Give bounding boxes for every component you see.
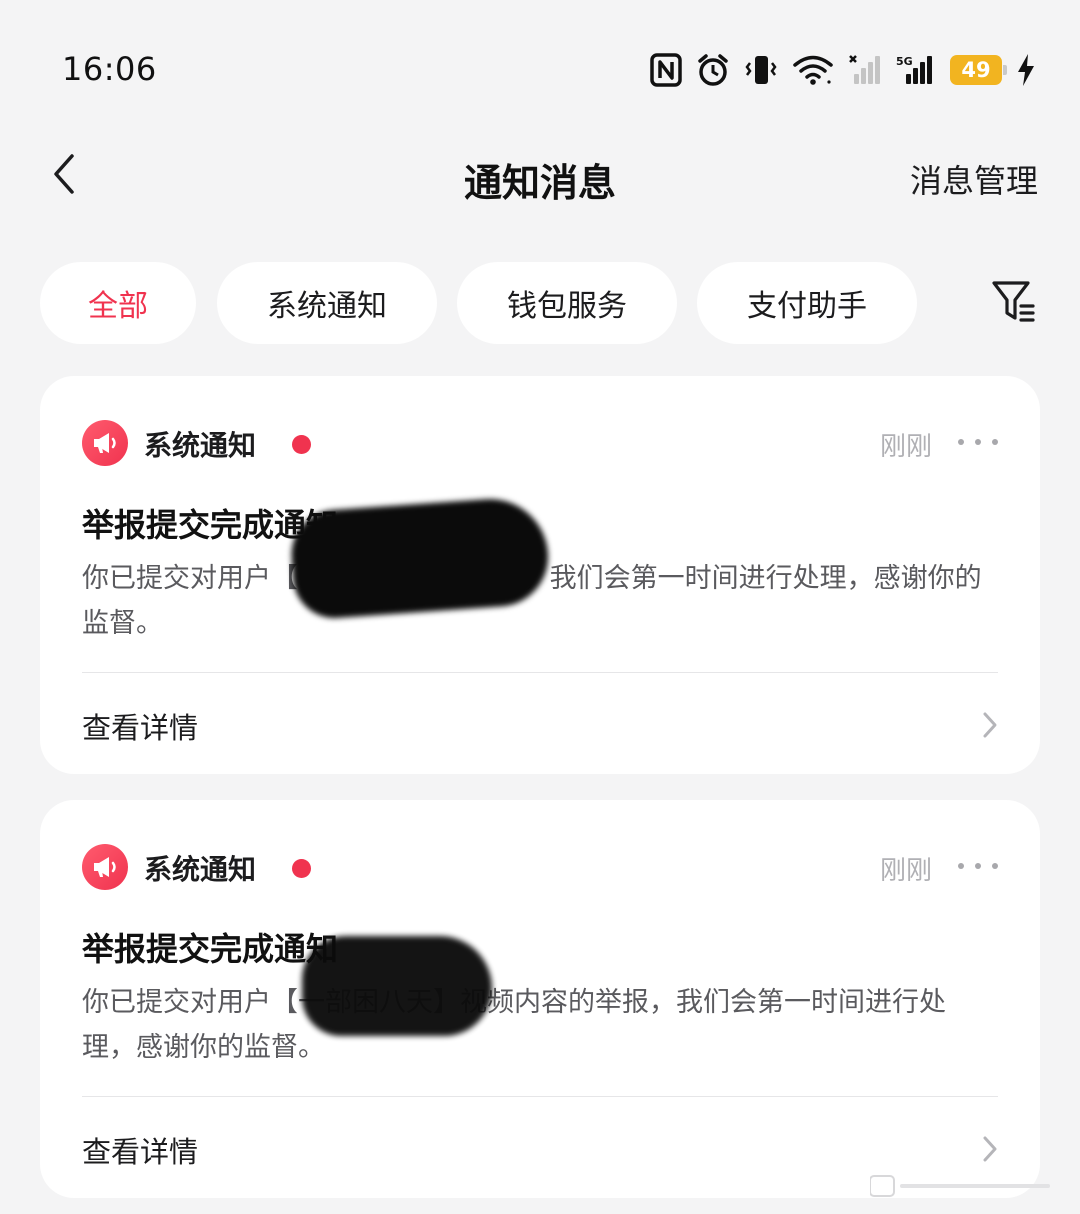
more-dot [992,863,998,869]
card-header: 系统通知 刚刚 [82,420,998,468]
filter-button[interactable] [988,278,1040,330]
view-details-label: 查看详情 [82,1135,199,1169]
notification-time: 刚刚 [879,856,932,886]
tab-wallet-service[interactable]: 钱包服务 [457,262,677,344]
wifi-icon [792,54,834,86]
notification-source: 系统通知 [144,429,257,462]
status-bar: 16:06 5G 49 [0,0,1080,140]
more-dot [992,439,998,445]
unread-dot [292,435,311,454]
more-dot [975,439,981,445]
battery-level: 49 [961,58,991,82]
signal-sim1-icon [848,54,882,86]
notification-source: 系统通知 [144,853,257,886]
alarm-icon [696,53,730,87]
more-options-button[interactable] [958,850,998,882]
status-icons: 5G 49 [650,50,1036,90]
tab-system-notice[interactable]: 系统通知 [217,262,437,344]
megaphone-icon [82,844,128,890]
status-time: 16:06 [62,50,157,88]
notification-card: 系统通知 刚刚 举报提交完成通知 你已提交对用户【一部困八天】视频内容的举报，我… [40,800,1040,1198]
more-dot [958,863,964,869]
unread-dot [292,859,311,878]
notification-title: 举报提交完成通知 [82,506,339,544]
chevron-right-icon [982,1135,998,1167]
filter-tabs: 全部 系统通知 钱包服务 支付助手 [40,262,1040,344]
charging-icon [1016,53,1036,87]
notification-body: 你已提交对用户【一部困八天】视频内容的举报，我们会第一时间进行处理，感谢你的监督… [82,987,946,1063]
more-options-button[interactable] [958,426,998,458]
chevron-right-icon [982,711,998,743]
notification-title: 举报提交完成通知 [82,930,339,968]
message-settings-button[interactable]: 消息管理 [910,156,1038,202]
more-dot [958,439,964,445]
vibrate-icon [744,53,778,87]
signal-5g-icon: 5G [896,54,936,86]
notification-time: 刚刚 [879,432,932,462]
battery-icon: 49 [950,55,1007,85]
megaphone-icon [82,420,128,466]
nfc-icon [650,53,682,87]
view-details-row[interactable]: 查看详情 [82,1097,998,1197]
view-details-label: 查看详情 [82,711,199,745]
more-dot [975,863,981,869]
tab-all[interactable]: 全部 [40,262,196,344]
card-header: 系统通知 刚刚 [82,844,998,892]
notification-body: 你已提交对用户【 】视频内容的举报，我们会第一时间进行处理，感谢你的监督。 [82,563,982,639]
notification-card: 系统通知 刚刚 举报提交完成通知 你已提交对用户【 】视频内容的举报，我们会第一… [40,376,1040,774]
header: 通知消息 消息管理 [0,140,1080,212]
filter-icon [991,280,1037,328]
svg-text:5G: 5G [896,55,913,68]
tab-payment-assistant[interactable]: 支付助手 [697,262,917,344]
view-details-row[interactable]: 查看详情 [82,673,998,773]
